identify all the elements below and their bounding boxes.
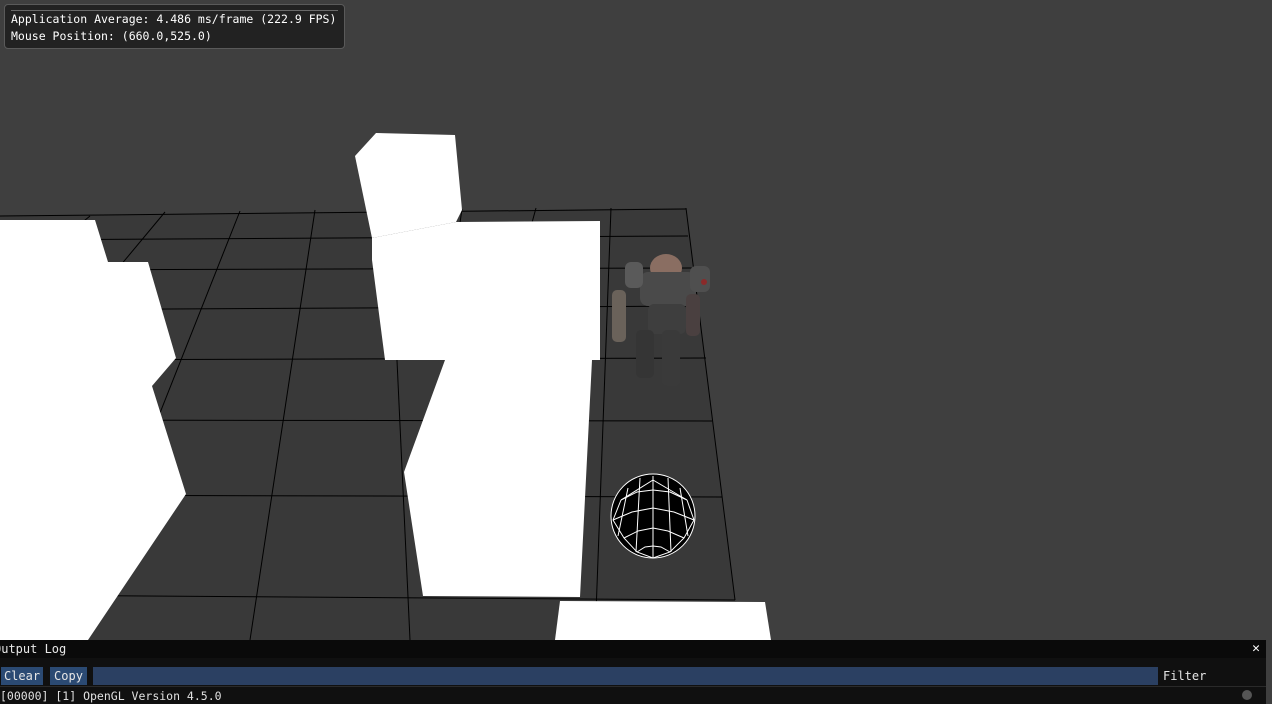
scene-render (0, 133, 771, 640)
output-log-title: Output Log (0, 642, 67, 656)
stats-overlay: Application Average: 4.486 ms/frame (222… (4, 4, 345, 49)
close-icon[interactable]: ✕ (1248, 640, 1264, 658)
block-bottom (555, 601, 771, 640)
overlay-separator (11, 10, 338, 11)
filter-label: Filter (1163, 669, 1207, 683)
filter-input[interactable] (93, 667, 1158, 685)
output-log-titlebar[interactable]: Output Log ✕ (0, 640, 1266, 658)
mouse-position-readout: Mouse Position: (660.0,525.0) (11, 29, 212, 43)
3d-viewport[interactable] (0, 0, 1272, 640)
output-log-window: Output Log ✕ Clear Copy Filter [00000] [… (0, 640, 1266, 704)
wireframe-sphere (610, 473, 696, 559)
log-entry: [00000] [1] OpenGL Version 4.5.0 (0, 689, 222, 703)
copy-button[interactable]: Copy (50, 667, 87, 685)
log-divider (0, 686, 1266, 687)
clear-button[interactable]: Clear (1, 667, 43, 685)
fps-readout: Application Average: 4.486 ms/frame (222… (11, 12, 337, 26)
scrollbar-thumb[interactable] (1242, 690, 1252, 700)
block-top-center (355, 133, 462, 238)
